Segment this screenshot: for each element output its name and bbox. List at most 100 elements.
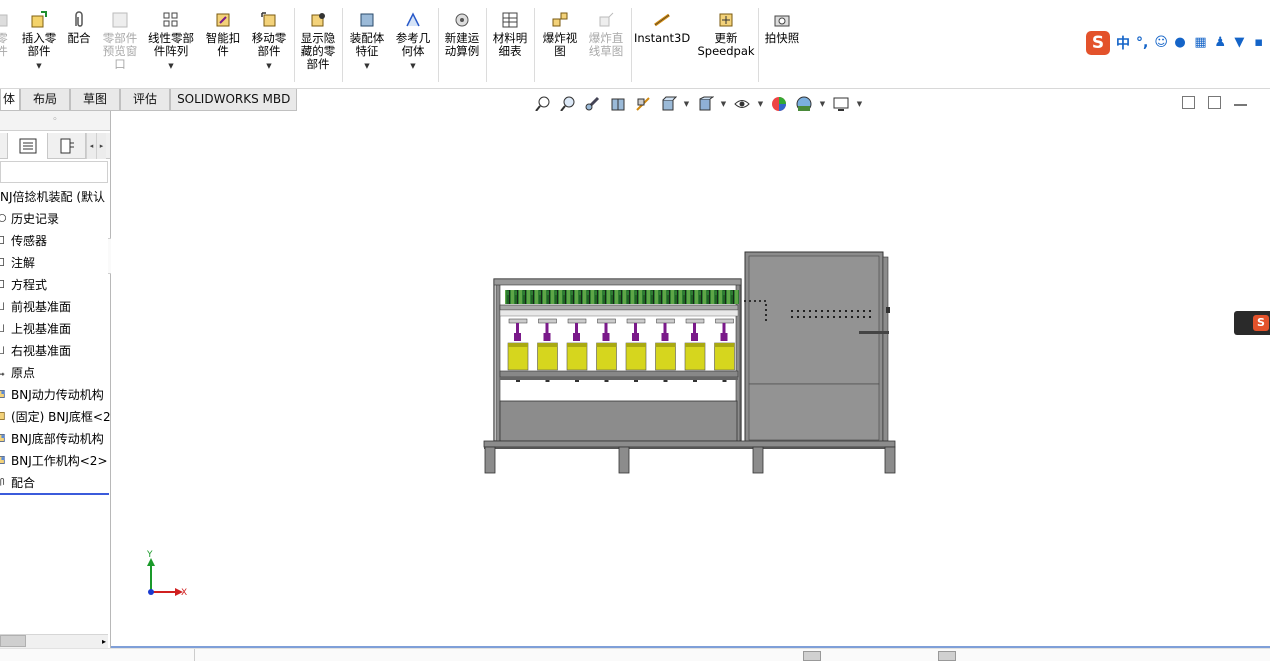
tree-item-history[interactable]: 历史记录 <box>0 207 110 229</box>
update-speedpak-button[interactable]: 更新 Speedpak <box>697 10 755 58</box>
assembly-features-button[interactable]: 装配体 特征 ▼ <box>346 10 388 73</box>
window-controls <box>1182 96 1247 109</box>
ime-punctuation-label[interactable]: °, <box>1136 35 1148 51</box>
button-label: 爆炸直 线草图 <box>588 31 624 58</box>
mate-button[interactable]: 配合 <box>64 10 94 45</box>
ribbon-divider <box>438 8 439 82</box>
yarn-bobbin <box>684 342 706 371</box>
chevron-down-icon[interactable]: ▼ <box>346 60 388 73</box>
show-hidden-components-button[interactable]: 显示隐 藏的零 部件 <box>297 10 339 71</box>
smart-fasteners-button[interactable]: 智能扣 件 <box>203 10 243 58</box>
move-component-button[interactable]: 移动零 部件 ▼ <box>248 10 290 73</box>
component-preview-button[interactable]: 零部件 预览窗 口 <box>99 10 141 71</box>
spindle-bracket <box>508 318 528 324</box>
assembly-feature-icon <box>360 13 374 27</box>
tree-item-right-plane[interactable]: 右视基准面 <box>0 339 110 361</box>
cabinet-handle <box>859 331 889 334</box>
tab-partial[interactable] <box>0 133 8 159</box>
fastener-icon <box>216 13 230 27</box>
reference-geometry-button[interactable]: 参考几 何体 ▼ <box>392 10 434 73</box>
horizontal-scrollbar[interactable]: ▸ <box>0 634 108 648</box>
tab-sketch[interactable]: 草图 <box>70 89 121 111</box>
bobbin-top <box>567 343 587 347</box>
tab-layout[interactable]: 布局 <box>20 89 71 111</box>
skin-icon[interactable]: ▼ <box>1234 36 1248 50</box>
tab-property-manager[interactable] <box>8 133 48 159</box>
yarn-bobbin <box>714 342 735 371</box>
tree-item-top-plane[interactable]: 上视基准面 <box>0 317 110 339</box>
camera-icon <box>774 15 790 27</box>
history-icon <box>0 211 10 225</box>
tree-item-base-frame[interactable]: (固定) BNJ底框<2 <box>0 405 110 427</box>
tab-assembly[interactable]: 体 <box>0 89 21 111</box>
tree-item-annotations[interactable]: 注解 <box>0 251 110 273</box>
user-icon[interactable]: ♟ <box>1214 36 1228 50</box>
tree-item-bottom-transmission[interactable]: BNJ底部传动机构 <box>0 427 110 449</box>
restore-left-icon[interactable] <box>1182 96 1195 109</box>
tree-filter-input[interactable] <box>0 161 108 183</box>
button-label: 线性零部 件阵列 <box>148 31 194 58</box>
mates-icon <box>0 475 10 489</box>
frame-post-left <box>495 278 501 442</box>
linear-pattern-button[interactable]: 线性零部 件阵列 ▼ <box>146 10 196 73</box>
sensor-icon <box>0 233 10 247</box>
chevron-down-icon[interactable]: ▼ <box>146 60 196 73</box>
ime-mode-label[interactable]: 中 <box>1116 33 1130 53</box>
exploded-view-button[interactable]: 爆炸视 图 <box>538 10 582 58</box>
chevron-down-icon[interactable]: ▼ <box>392 60 434 73</box>
take-snapshot-button[interactable]: 拍快照 <box>762 10 802 45</box>
tree-item-mates[interactable]: 配合 <box>0 471 110 493</box>
bottom-tab-strip <box>0 648 1270 661</box>
panel-grip[interactable]: ◦ <box>0 111 110 131</box>
scroll-thumb[interactable] <box>0 635 26 647</box>
part-icon <box>0 409 10 423</box>
ime-side-tab[interactable]: S <box>1234 311 1270 335</box>
ime-toolbar[interactable]: S 中 °, ☺ ● ▦ ♟ ▼ ▪ <box>1084 30 1270 56</box>
tree-item-front-plane[interactable]: 前视基准面 <box>0 295 110 317</box>
ime-logo[interactable]: S <box>1086 31 1110 55</box>
insert-components-button[interactable]: 插入零 部件 ▼ <box>20 10 58 73</box>
base-beam-edge <box>484 447 895 449</box>
tab-solidworks-mbd[interactable]: SOLIDWORKS MBD <box>170 89 298 111</box>
emoji-icon[interactable]: ☺ <box>1154 36 1168 50</box>
foot-2 <box>618 446 630 474</box>
tree-item-equations[interactable]: 方程式 <box>0 273 110 295</box>
yarn-bobbin <box>625 342 647 371</box>
chevron-down-icon[interactable]: ▼ <box>20 60 58 73</box>
scroll-right-icon[interactable]: ▸ <box>96 133 106 159</box>
explode-line-sketch-button[interactable]: 爆炸直 线草图 <box>585 10 627 58</box>
graphics-area[interactable]: Y X <box>111 111 1270 649</box>
instant3d-button[interactable]: Instant3D <box>634 10 690 45</box>
button-label: 零部件 预览窗 口 <box>102 31 138 71</box>
axis-triad: Y X <box>146 550 187 598</box>
button-label: 零 件 <box>0 31 8 58</box>
tab-evaluate[interactable]: 评估 <box>120 89 171 111</box>
model-viewport[interactable]: Y X <box>111 111 1270 649</box>
tree-item-working-mechanism[interactable]: BNJ工作机构<2> <box>0 449 110 471</box>
foot-4 <box>884 446 896 474</box>
scroll-left-icon[interactable]: ◂ <box>86 133 96 159</box>
insert-component-icon <box>31 11 47 28</box>
bill-of-materials-button[interactable]: 材料明 细表 <box>489 10 531 58</box>
keyboard-icon[interactable]: ▦ <box>1194 36 1208 50</box>
microphone-icon[interactable]: ● <box>1174 36 1188 50</box>
spindle-bracket <box>567 318 587 324</box>
motion-tab-icon[interactable] <box>938 651 956 661</box>
plane-icon <box>0 299 10 313</box>
tree-root-assembly[interactable]: NJ倍捻机装配 (默认 <box>0 185 110 207</box>
tab-configuration-manager[interactable] <box>48 133 86 159</box>
chevron-down-icon[interactable]: ▼ <box>248 60 290 73</box>
restore-right-icon[interactable] <box>1208 96 1221 109</box>
tree-item-origin[interactable]: 原点 <box>0 361 110 383</box>
minimize-icon[interactable] <box>1234 96 1247 106</box>
model-tab-icon[interactable] <box>803 651 821 661</box>
tree-item-sensors[interactable]: 传感器 <box>0 229 110 251</box>
new-part-button[interactable]: 零 件 <box>0 10 12 58</box>
grid-icon[interactable]: ▪ <box>1254 36 1268 50</box>
tree-item-power-transmission[interactable]: BNJ动力传动机构 <box>0 383 110 405</box>
new-motion-study-button[interactable]: 新建运 动算例 <box>441 10 483 58</box>
twisting-machine-model[interactable] <box>483 251 896 474</box>
ribbon-divider <box>486 8 487 82</box>
scroll-right-icon[interactable]: ▸ <box>102 635 106 648</box>
tree-item-label: 注解 <box>11 255 36 270</box>
